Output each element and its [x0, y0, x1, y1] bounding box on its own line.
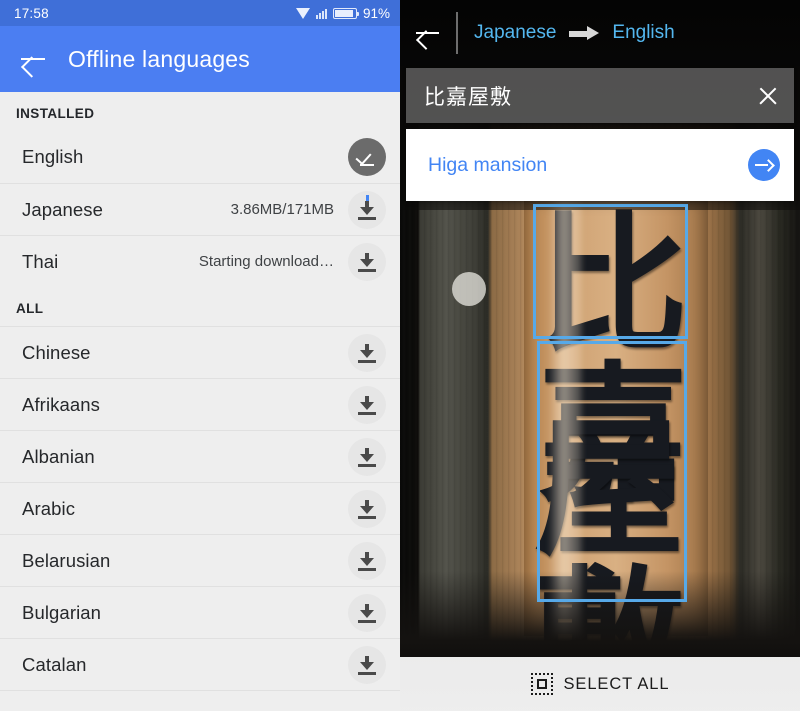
language-name: Chinese: [22, 341, 91, 363]
translation-result-card[interactable]: Higa mansion: [406, 129, 794, 201]
select-all-button[interactable]: SELECT ALL: [400, 657, 800, 711]
text-selection-box[interactable]: [533, 204, 688, 339]
list-item[interactable]: Belarusian: [0, 534, 400, 586]
translate-top-bar: Japanese English: [400, 0, 800, 66]
section-header-all: ALL: [16, 301, 44, 316]
arrow-right-icon: [569, 26, 600, 40]
app-bar: Offline languages: [0, 26, 400, 92]
download-icon[interactable]: [348, 333, 386, 372]
language-list[interactable]: INSTALLED English Japanese 3.86MB/171MB …: [0, 92, 400, 711]
language-name: Catalan: [22, 653, 87, 675]
list-item[interactable]: Albanian: [0, 430, 400, 482]
wifi-icon: [295, 7, 310, 19]
back-arrow-icon[interactable]: [20, 46, 46, 72]
divider: [456, 12, 458, 54]
download-icon[interactable]: [348, 645, 386, 684]
back-arrow-icon[interactable]: [416, 21, 440, 45]
download-icon[interactable]: [348, 593, 386, 632]
language-name: Belarusian: [22, 549, 111, 571]
cellular-signal-icon: [315, 8, 327, 19]
language-pair-selector[interactable]: Japanese English: [474, 22, 675, 44]
close-icon[interactable]: [756, 84, 780, 108]
download-icon[interactable]: [348, 190, 386, 229]
list-item[interactable]: Japanese 3.86MB/171MB: [0, 183, 400, 235]
recognized-source-text: 比嘉屋敷: [424, 84, 512, 109]
list-item[interactable]: Chinese: [0, 326, 400, 378]
list-item[interactable]: Catalan: [0, 638, 400, 690]
language-name: Thai: [22, 250, 59, 272]
text-selection-box[interactable]: [537, 341, 687, 602]
translation-text: Higa mansion: [428, 153, 548, 176]
language-status: 3.86MB/171MB: [230, 201, 334, 218]
language-name: Japanese: [22, 198, 104, 220]
arrow-forward-circle-icon[interactable]: [748, 149, 780, 181]
select-all-label: SELECT ALL: [563, 674, 670, 693]
language-name: Albanian: [22, 445, 95, 467]
language-name: Afrikaans: [22, 393, 101, 415]
list-item[interactable]: Thai Starting download…: [0, 235, 400, 287]
select-all-icon: [530, 673, 553, 695]
download-icon[interactable]: [348, 242, 386, 281]
download-icon[interactable]: [348, 385, 386, 424]
offline-languages-screen: 17:58 91% Offline languages INSTALLED En…: [0, 0, 400, 711]
section-header-installed: INSTALLED: [16, 106, 95, 121]
status-bar-clock: 17:58: [14, 5, 49, 21]
download-icon[interactable]: [348, 437, 386, 476]
list-item[interactable]: Arabic: [0, 482, 400, 534]
battery-icon: [332, 7, 359, 19]
language-name: Bulgarian: [22, 601, 102, 623]
downloaded-check-icon[interactable]: [348, 138, 386, 176]
source-text-bar: 比嘉屋敷: [406, 68, 794, 123]
target-language-button[interactable]: English: [612, 22, 674, 44]
list-item[interactable]: Bulgarian: [0, 586, 400, 638]
screenshot-root: 17:58 91% Offline languages INSTALLED En…: [0, 0, 800, 711]
download-icon[interactable]: [348, 541, 386, 580]
status-bar: 17:58 91%: [0, 0, 400, 26]
list-item[interactable]: Afrikaans: [0, 378, 400, 430]
source-language-button[interactable]: Japanese: [474, 22, 556, 44]
touch-point-indicator: [452, 272, 486, 306]
battery-percent-label: 91%: [362, 5, 390, 21]
camera-translate-screen: 比嘉 屋敷 Japanese English 比嘉屋敷 Higa mansion: [400, 0, 800, 711]
page-title: Offline languages: [68, 45, 250, 72]
language-name: Arabic: [22, 497, 76, 519]
list-item[interactable]: English: [0, 131, 400, 183]
language-name: English: [22, 146, 84, 167]
status-bar-icons: 91%: [295, 5, 390, 21]
download-icon[interactable]: [348, 489, 386, 528]
language-status: Starting download…: [198, 253, 334, 270]
list-item-partial[interactable]: [0, 690, 400, 711]
